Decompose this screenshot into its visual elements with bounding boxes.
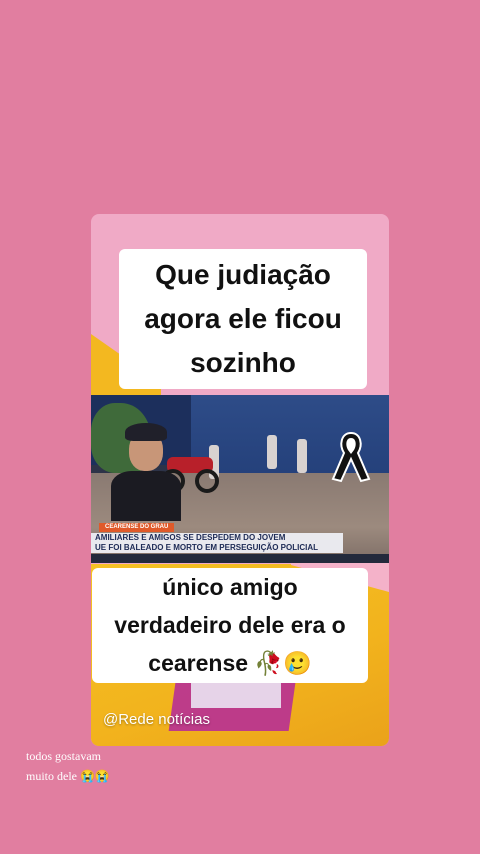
video-person — [111, 417, 181, 521]
video-bystander — [267, 435, 277, 469]
news-headline-line-1: AMILIARES E AMIGOS SE DESPEDEM DO JOVEM — [95, 533, 286, 542]
handwritten-side-text: todos gostavam muito dele 😭😭 — [26, 746, 166, 786]
caption-top-line-1: Que judiação — [155, 259, 331, 290]
side-text-line-1: todos gostavam — [26, 749, 101, 763]
news-ticker-bar — [91, 554, 389, 563]
video-bystander — [297, 439, 307, 473]
caption-bottom-line-2: verdadeiro dele era o — [114, 612, 346, 638]
wilted-flower-crying-icon: 🥀🥲 — [254, 651, 312, 677]
caption-bottom: único amigo verdadeiro dele era o cearen… — [92, 568, 368, 683]
news-video-frame[interactable]: CEARENSE DO GRAU AMILIARES E AMIGOS SE D… — [91, 395, 389, 563]
caption-bottom-line-3-text: cearense — [148, 650, 249, 676]
news-tag: CEARENSE DO GRAU — [99, 523, 175, 532]
caption-bottom-line-3: cearense 🥀🥲 — [92, 644, 368, 683]
side-text-line-2: muito dele 😭😭 — [26, 769, 110, 783]
news-headline-line-2: UE FOI BALEADO E MORTO EM PERSEGUIÇÃO PO… — [95, 543, 318, 552]
caption-top: Que judiação agora ele ficou sozinho — [119, 249, 367, 389]
caption-bottom-line-1: único amigo — [162, 574, 298, 600]
decorative-light-block — [191, 682, 281, 708]
news-lower-third: CEARENSE DO GRAU AMILIARES E AMIGOS SE D… — [91, 523, 389, 563]
news-headline: AMILIARES E AMIGOS SE DESPEDEM DO JOVEM … — [91, 533, 343, 553]
mourning-ribbon-icon — [331, 431, 371, 483]
watermark: @Rede notícias — [103, 711, 210, 728]
caption-top-line-2: agora ele ficou — [144, 303, 342, 334]
caption-top-line-3: sozinho — [190, 347, 296, 378]
